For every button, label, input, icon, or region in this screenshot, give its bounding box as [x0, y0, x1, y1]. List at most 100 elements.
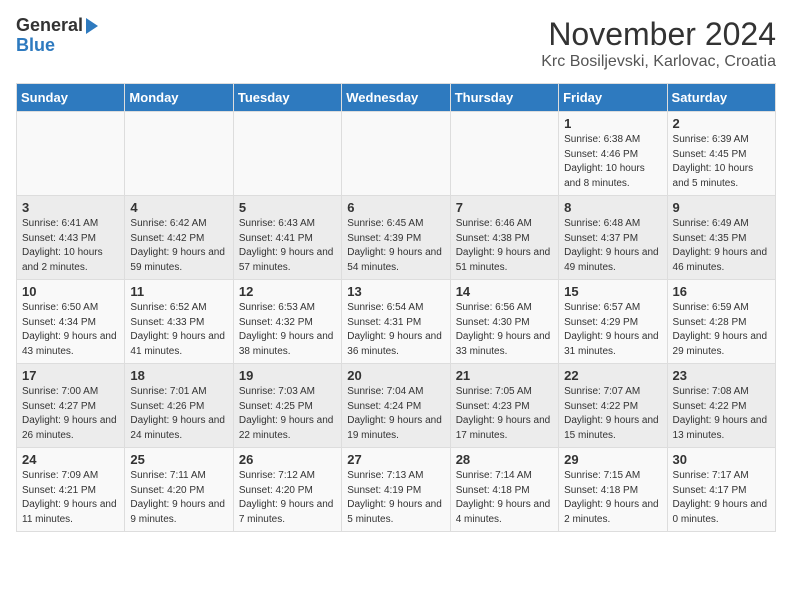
calendar-week-2: 3 Sunrise: 6:41 AM Sunset: 4:43 PM Daylig… — [17, 196, 776, 280]
day-info: Sunrise: 6:48 AM Sunset: 4:37 PM Dayligh… — [564, 217, 661, 275]
header-sunday: Sunday — [17, 84, 125, 112]
day-number: 1 — [564, 116, 661, 131]
calendar-cell: 29 Sunrise: 7:15 AM Sunset: 4:18 PM Dayli… — [559, 448, 667, 532]
calendar-cell: 19Sunrise: 7:03 AM Sunset: 4:25 PM Dayli… — [233, 364, 341, 448]
logo: General Blue — [16, 16, 98, 56]
calendar-table: SundayMondayTuesdayWednesdayThursdayFrid… — [16, 83, 776, 532]
day-number: 15 — [564, 284, 661, 299]
calendar-cell: 26 Sunrise: 7:12 AM Sunset: 4:20 PM Dayli… — [233, 448, 341, 532]
day-info: Sunrise: 6:59 AM Sunset: 4:28 PM Dayligh… — [673, 301, 770, 359]
day-info: Sunrise: 6:46 AM Sunset: 4:38 PM Dayligh… — [456, 217, 553, 275]
day-number: 22 — [564, 368, 661, 383]
day-number: 3 — [22, 200, 119, 215]
calendar-cell: 23Sunrise: 7:08 AM Sunset: 4:22 PM Dayli… — [667, 364, 775, 448]
day-info: Sunrise: 7:14 AM Sunset: 4:18 PM Dayligh… — [456, 469, 553, 527]
day-info: Sunrise: 6:42 AM Sunset: 4:42 PM Dayligh… — [130, 217, 227, 275]
calendar-cell: 28 Sunrise: 7:14 AM Sunset: 4:18 PM Dayli… — [450, 448, 558, 532]
title-block: November 2024 Krc Bosiljevski, Karlovac,… — [541, 16, 776, 71]
day-number: 29 — [564, 452, 661, 467]
day-info: Sunrise: 6:50 AM Sunset: 4:34 PM Dayligh… — [22, 301, 119, 359]
logo-blue: Blue — [16, 35, 55, 55]
day-info: Sunrise: 7:17 AM Sunset: 4:17 PM Dayligh… — [673, 469, 770, 527]
header-friday: Friday — [559, 84, 667, 112]
day-number: 21 — [456, 368, 553, 383]
calendar-week-1: 1 Sunrise: 6:38 AM Sunset: 4:46 PM Daylig… — [17, 112, 776, 196]
calendar-cell: 21 Sunrise: 7:05 AM Sunset: 4:23 PM Dayli… — [450, 364, 558, 448]
calendar-cell: 22 Sunrise: 7:07 AM Sunset: 4:22 PM Dayli… — [559, 364, 667, 448]
day-number: 14 — [456, 284, 553, 299]
day-number: 18 — [130, 368, 227, 383]
calendar-cell: 8 Sunrise: 6:48 AM Sunset: 4:37 PM Daylig… — [559, 196, 667, 280]
calendar-week-5: 24 Sunrise: 7:09 AM Sunset: 4:21 PM Dayli… — [17, 448, 776, 532]
calendar-cell: 14 Sunrise: 6:56 AM Sunset: 4:30 PM Dayli… — [450, 280, 558, 364]
day-number: 12 — [239, 284, 336, 299]
day-number: 11 — [130, 284, 227, 299]
day-info: Sunrise: 7:15 AM Sunset: 4:18 PM Dayligh… — [564, 469, 661, 527]
calendar-cell: 9Sunrise: 6:49 AM Sunset: 4:35 PM Daylig… — [667, 196, 775, 280]
calendar-cell: 30 Sunrise: 7:17 AM Sunset: 4:17 PM Dayli… — [667, 448, 775, 532]
day-info: Sunrise: 6:52 AM Sunset: 4:33 PM Dayligh… — [130, 301, 227, 359]
header-monday: Monday — [125, 84, 233, 112]
calendar-cell: 4 Sunrise: 6:42 AM Sunset: 4:42 PM Daylig… — [125, 196, 233, 280]
day-number: 8 — [564, 200, 661, 215]
day-number: 28 — [456, 452, 553, 467]
calendar-cell: 17Sunrise: 7:00 AM Sunset: 4:27 PM Dayli… — [17, 364, 125, 448]
day-number: 7 — [456, 200, 553, 215]
day-info: Sunrise: 6:56 AM Sunset: 4:30 PM Dayligh… — [456, 301, 553, 359]
day-number: 24 — [22, 452, 119, 467]
day-info: Sunrise: 7:00 AM Sunset: 4:27 PM Dayligh… — [22, 385, 119, 443]
day-number: 19 — [239, 368, 336, 383]
day-number: 26 — [239, 452, 336, 467]
day-info: Sunrise: 7:01 AM Sunset: 4:26 PM Dayligh… — [130, 385, 227, 443]
day-number: 20 — [347, 368, 444, 383]
day-info: Sunrise: 7:08 AM Sunset: 4:22 PM Dayligh… — [673, 385, 770, 443]
calendar-cell: 27Sunrise: 7:13 AM Sunset: 4:19 PM Dayli… — [342, 448, 450, 532]
calendar-cell: 11 Sunrise: 6:52 AM Sunset: 4:33 PM Dayli… — [125, 280, 233, 364]
day-number: 30 — [673, 452, 770, 467]
day-info: Sunrise: 6:43 AM Sunset: 4:41 PM Dayligh… — [239, 217, 336, 275]
day-number: 10 — [22, 284, 119, 299]
day-info: Sunrise: 7:05 AM Sunset: 4:23 PM Dayligh… — [456, 385, 553, 443]
header-thursday: Thursday — [450, 84, 558, 112]
day-info: Sunrise: 7:04 AM Sunset: 4:24 PM Dayligh… — [347, 385, 444, 443]
day-number: 25 — [130, 452, 227, 467]
calendar-cell: 16 Sunrise: 6:59 AM Sunset: 4:28 PM Dayli… — [667, 280, 775, 364]
day-number: 27 — [347, 452, 444, 467]
day-info: Sunrise: 6:38 AM Sunset: 4:46 PM Dayligh… — [564, 133, 661, 191]
calendar-cell: 20 Sunrise: 7:04 AM Sunset: 4:24 PM Dayli… — [342, 364, 450, 448]
calendar-cell: 5 Sunrise: 6:43 AM Sunset: 4:41 PM Daylig… — [233, 196, 341, 280]
day-info: Sunrise: 7:07 AM Sunset: 4:22 PM Dayligh… — [564, 385, 661, 443]
calendar-cell — [342, 112, 450, 196]
logo-general: General — [16, 16, 83, 36]
calendar-week-3: 10 Sunrise: 6:50 AM Sunset: 4:34 PM Dayli… — [17, 280, 776, 364]
calendar-cell: 15 Sunrise: 6:57 AM Sunset: 4:29 PM Dayli… — [559, 280, 667, 364]
day-number: 4 — [130, 200, 227, 215]
day-info: Sunrise: 6:57 AM Sunset: 4:29 PM Dayligh… — [564, 301, 661, 359]
day-info: Sunrise: 7:11 AM Sunset: 4:20 PM Dayligh… — [130, 469, 227, 527]
day-info: Sunrise: 6:45 AM Sunset: 4:39 PM Dayligh… — [347, 217, 444, 275]
day-number: 9 — [673, 200, 770, 215]
day-info: Sunrise: 7:09 AM Sunset: 4:21 PM Dayligh… — [22, 469, 119, 527]
calendar-cell: 3 Sunrise: 6:41 AM Sunset: 4:43 PM Daylig… — [17, 196, 125, 280]
calendar-cell: 25 Sunrise: 7:11 AM Sunset: 4:20 PM Dayli… — [125, 448, 233, 532]
day-number: 2 — [673, 116, 770, 131]
day-number: 16 — [673, 284, 770, 299]
calendar-cell — [17, 112, 125, 196]
day-info: Sunrise: 6:39 AM Sunset: 4:45 PM Dayligh… — [673, 133, 770, 191]
calendar-cell — [450, 112, 558, 196]
day-info: Sunrise: 7:12 AM Sunset: 4:20 PM Dayligh… — [239, 469, 336, 527]
calendar-cell: 24 Sunrise: 7:09 AM Sunset: 4:21 PM Dayli… — [17, 448, 125, 532]
day-info: Sunrise: 6:41 AM Sunset: 4:43 PM Dayligh… — [22, 217, 119, 275]
calendar-cell: 10 Sunrise: 6:50 AM Sunset: 4:34 PM Dayli… — [17, 280, 125, 364]
calendar-cell — [233, 112, 341, 196]
calendar-cell: 18 Sunrise: 7:01 AM Sunset: 4:26 PM Dayli… — [125, 364, 233, 448]
location-title: Krc Bosiljevski, Karlovac, Croatia — [541, 53, 776, 71]
day-number: 13 — [347, 284, 444, 299]
calendar-cell: 12 Sunrise: 6:53 AM Sunset: 4:32 PM Dayli… — [233, 280, 341, 364]
calendar-header-row: SundayMondayTuesdayWednesdayThursdayFrid… — [17, 84, 776, 112]
day-number: 5 — [239, 200, 336, 215]
day-info: Sunrise: 6:53 AM Sunset: 4:32 PM Dayligh… — [239, 301, 336, 359]
calendar-cell: 2 Sunrise: 6:39 AM Sunset: 4:45 PM Daylig… — [667, 112, 775, 196]
day-info: Sunrise: 6:54 AM Sunset: 4:31 PM Dayligh… — [347, 301, 444, 359]
header-tuesday: Tuesday — [233, 84, 341, 112]
